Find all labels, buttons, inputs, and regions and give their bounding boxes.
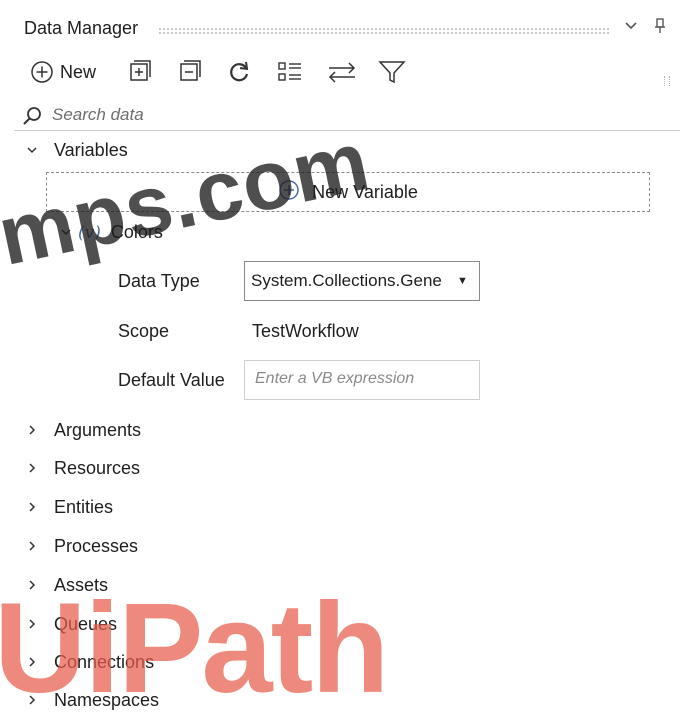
data-type-label: Data Type bbox=[118, 271, 200, 291]
chevron-down-icon[interactable] bbox=[624, 18, 638, 36]
expand-all-button[interactable] bbox=[126, 56, 152, 88]
default-value-input[interactable] bbox=[253, 361, 477, 397]
filter-icon bbox=[378, 59, 406, 85]
view-list-button[interactable] bbox=[276, 56, 304, 88]
tree-node-processes[interactable]: Processes bbox=[24, 536, 138, 557]
swap-icon bbox=[326, 59, 358, 85]
new-button-label: New bbox=[60, 61, 97, 82]
collapse-all-icon bbox=[176, 59, 202, 85]
filter-button[interactable] bbox=[378, 56, 406, 88]
drag-grip[interactable] bbox=[158, 27, 610, 35]
chevron-right-icon[interactable] bbox=[24, 461, 40, 477]
chevron-right-icon[interactable] bbox=[24, 500, 40, 516]
add-circle-icon bbox=[30, 60, 54, 84]
data-type-value: System.Collections.Gene bbox=[251, 271, 442, 290]
chevron-right-icon[interactable] bbox=[24, 423, 40, 439]
panel-title-bar: Data Manager bbox=[0, 10, 684, 44]
refresh-button[interactable] bbox=[226, 56, 252, 88]
variables-label: Variables bbox=[54, 140, 128, 160]
dropdown-arrow-icon: ▼ bbox=[457, 275, 468, 287]
tree-node-resources[interactable]: Resources bbox=[24, 458, 140, 479]
pin-icon[interactable] bbox=[654, 18, 666, 38]
tree-node-label: Processes bbox=[54, 536, 139, 556]
toolbar-overflow-grip[interactable] bbox=[664, 76, 670, 86]
new-button[interactable]: New bbox=[30, 56, 96, 88]
tree-node-arguments[interactable]: Arguments bbox=[24, 420, 141, 441]
refresh-icon bbox=[226, 59, 252, 85]
chevron-down-icon[interactable] bbox=[24, 143, 40, 159]
swap-button[interactable] bbox=[326, 56, 358, 88]
tree-node-entities[interactable]: Entities bbox=[24, 497, 113, 518]
data-manager-panel: Data Manager New Search data Variables N… bbox=[0, 0, 684, 720]
expand-all-icon bbox=[126, 59, 152, 85]
tree-node-label: Resources bbox=[54, 458, 141, 478]
default-value-field bbox=[244, 360, 480, 400]
view-list-icon bbox=[276, 59, 304, 85]
panel-title: Data Manager bbox=[24, 18, 139, 38]
tree-node-label: Entities bbox=[54, 497, 114, 517]
scope-value: TestWorkflow bbox=[252, 321, 359, 341]
watermark-site: mps.com bbox=[0, 112, 378, 283]
default-value-label: Default Value bbox=[118, 370, 225, 390]
tree-node-label: Arguments bbox=[54, 420, 142, 440]
tree-node-variables[interactable]: Variables bbox=[24, 140, 128, 161]
toolbar: New bbox=[0, 52, 684, 94]
collapse-all-button[interactable] bbox=[176, 56, 202, 88]
chevron-right-icon[interactable] bbox=[24, 539, 40, 555]
scope-label: Scope bbox=[118, 321, 170, 341]
watermark-logo: UiPath bbox=[0, 577, 389, 720]
data-type-select[interactable]: System.Collections.Gene ▼ bbox=[244, 261, 480, 301]
